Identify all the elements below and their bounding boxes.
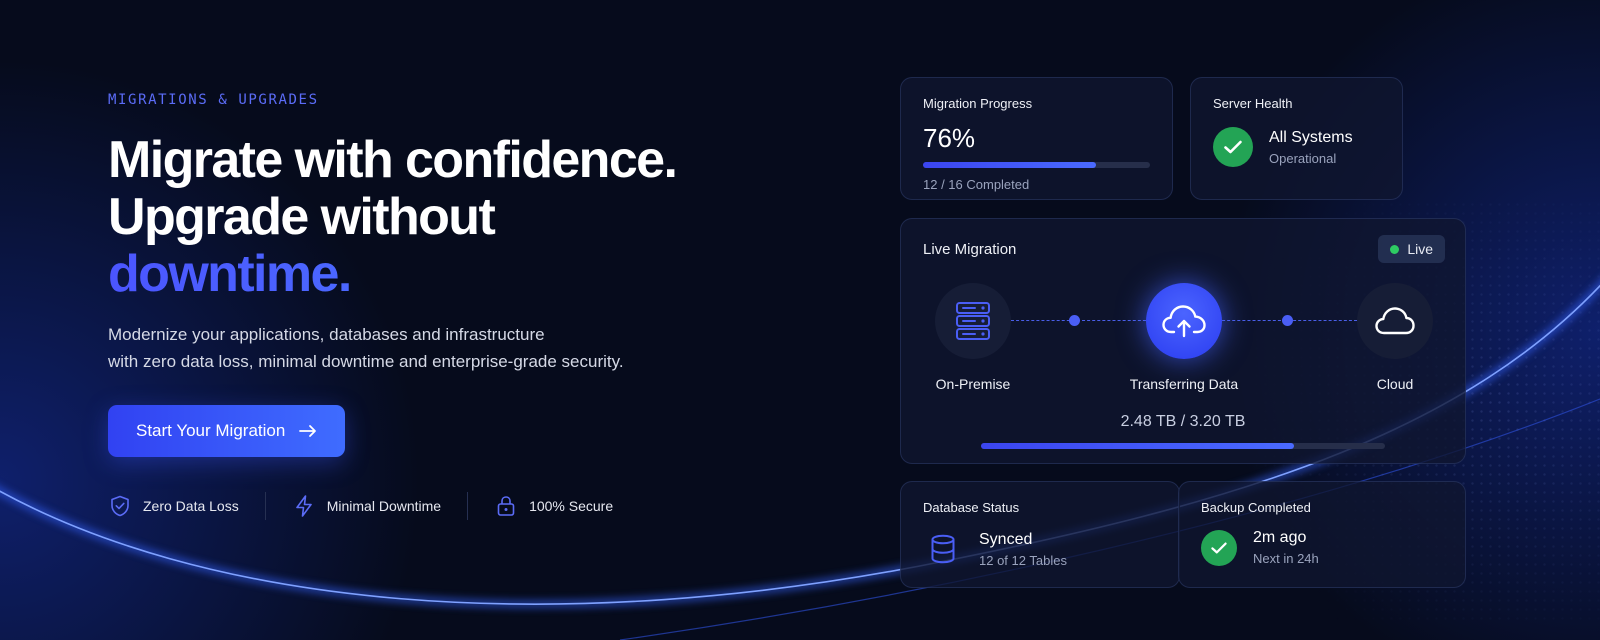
database-status-row: Synced 12 of 12 Tables [923,529,1157,569]
feature-label: 100% Secure [529,498,614,514]
backup-card: Backup Completed 2m ago Next in 24h [1178,481,1466,588]
feature-label: Minimal Downtime [326,498,442,514]
feature-secure: 100% Secure [494,494,613,518]
divider [467,492,469,520]
card-title: Live Migration [923,241,1017,258]
check-icon [1213,127,1253,167]
headline: Migrate with confidence. Upgrade without… [108,132,768,303]
on-premise-node [935,283,1011,359]
transfer-progress-bar [981,443,1385,449]
backup-status-row: 2m ago Next in 24h [1201,529,1443,566]
start-migration-button[interactable]: Start Your Migration [108,405,346,457]
lock-icon [497,496,515,516]
feature-zero-data-loss: Zero Data Loss [108,494,239,518]
database-detail: 12 of 12 Tables [979,552,1067,568]
eyebrow-label: MIGRATIONS & UPGRADES [108,92,319,108]
headline-line-1: Migrate with confidence. [108,131,678,189]
cloud-icon [1375,307,1415,335]
health-status: All Systems [1269,128,1353,146]
description-line-1: Modernize your applications, databases a… [108,325,545,344]
server-health-card: Server Health All Systems Operational [1190,77,1403,200]
cloud-node [1357,283,1433,359]
check-icon [1201,529,1237,566]
arrow-right-icon [299,425,317,437]
live-indicator-dot [1390,244,1400,254]
card-title: Migration Progress [923,96,1033,111]
completed-count: 12 / 16 Completed [923,177,1030,192]
cloud-label: Cloud [1376,376,1414,392]
progress-percent: 76% [923,123,976,153]
live-migration-card: Live Migration Live On-Premise Transferr… [900,218,1466,464]
connector-line [1011,320,1151,321]
transfer-label: Transferring Data [1129,376,1239,392]
start-migration-label: Start Your Migration [136,421,286,440]
cloud-upload-icon [1162,305,1206,338]
feature-label: Zero Data Loss [143,498,239,514]
feature-minimal-downtime: Minimal Downtime [292,494,441,518]
feature-list: Zero Data Loss Minimal Downtime 100% Sec… [108,492,613,520]
progress-fill [923,162,1096,168]
live-badge-label: Live [1407,241,1433,257]
connector-dot [1069,315,1080,326]
database-status-card: Database Status Synced 12 of 12 Tables [900,481,1180,588]
transfer-fill [981,443,1295,449]
database-text: Synced 12 of 12 Tables [979,531,1067,568]
shield-check-icon [111,495,129,517]
on-premise-label: On-Premise [935,376,1011,392]
database-icon [923,529,963,569]
card-title: Database Status [923,500,1020,515]
database-status: Synced [979,530,1033,548]
migration-progress-card: Migration Progress 76% 12 / 16 Completed [900,77,1173,200]
description-line-2: with zero data loss, minimal downtime an… [108,352,624,371]
headline-accent: downtime. [108,246,768,303]
hero-section: MIGRATIONS & UPGRADES Migrate with confi… [108,92,768,457]
backup-status: 2m ago [1253,529,1307,546]
divider [264,492,266,520]
live-badge: Live [1378,235,1445,263]
transfer-amount: 2.48 TB / 3.20 TB [1120,413,1246,430]
health-status-row: All Systems Operational [1213,127,1380,167]
backup-detail: Next in 24h [1253,551,1319,566]
backup-text: 2m ago Next in 24h [1253,529,1319,566]
lightning-icon [295,495,312,517]
card-title: Server Health [1213,96,1293,111]
hero-description: Modernize your applications, databases a… [108,321,768,375]
connector-dot [1282,315,1293,326]
card-title: Backup Completed [1201,500,1311,515]
headline-line-2: Upgrade without [108,188,496,246]
migration-progress-bar [923,162,1150,168]
server-icon [956,302,990,340]
transfer-node [1146,283,1222,359]
health-text: All Systems Operational [1269,129,1353,166]
health-substatus: Operational [1269,150,1337,166]
